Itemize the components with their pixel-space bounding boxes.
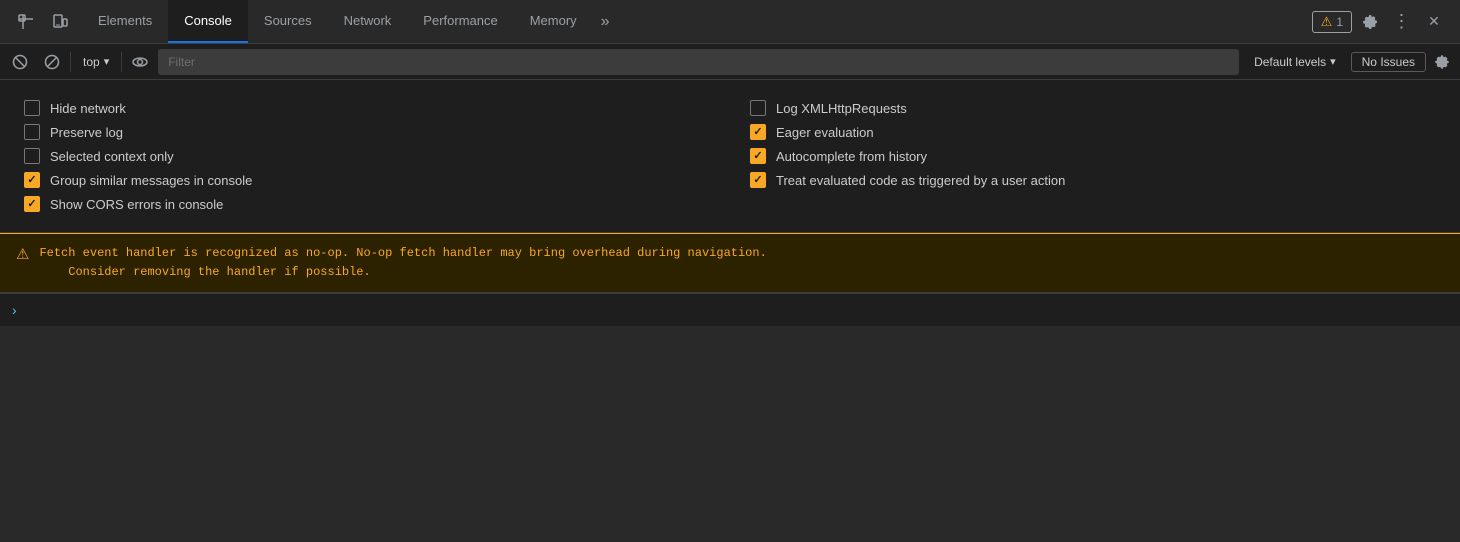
checkbox-row-log-xml: Log XMLHttpRequests bbox=[750, 96, 1436, 120]
selected-context-checkbox[interactable] bbox=[24, 148, 40, 164]
checkbox-row-hide-network: Hide network bbox=[24, 96, 710, 120]
settings-left-column: Hide network Preserve log Selected conte… bbox=[24, 96, 710, 216]
warning-message-area: ⚠ Fetch event handler is recognized as n… bbox=[0, 233, 1460, 293]
tab-network[interactable]: Network bbox=[328, 0, 408, 43]
selected-context-label: Selected context only bbox=[50, 149, 174, 164]
warning-text: Fetch event handler is recognized as no-… bbox=[39, 244, 766, 282]
autocomplete-label: Autocomplete from history bbox=[776, 149, 927, 164]
block-icon-button[interactable] bbox=[38, 49, 66, 75]
inspect-element-button[interactable] bbox=[12, 8, 40, 36]
device-toggle-button[interactable] bbox=[46, 8, 74, 36]
more-tabs-button[interactable]: » bbox=[593, 0, 618, 43]
checkbox-row-eager-eval: Eager evaluation bbox=[750, 120, 1436, 144]
filter-input[interactable] bbox=[158, 49, 1239, 75]
log-xml-label: Log XMLHttpRequests bbox=[776, 101, 907, 116]
tab-memory[interactable]: Memory bbox=[514, 0, 593, 43]
toolbar-divider bbox=[70, 52, 71, 72]
settings-right-column: Log XMLHttpRequests Eager evaluation Aut… bbox=[750, 96, 1436, 216]
tab-console[interactable]: Console bbox=[168, 0, 248, 43]
close-devtools-button[interactable]: ✕ bbox=[1420, 8, 1448, 36]
warning-badge-button[interactable]: ⚠ 1 bbox=[1312, 11, 1352, 33]
tab-icon-group bbox=[4, 8, 82, 36]
settings-button[interactable] bbox=[1356, 8, 1384, 36]
checkbox-row-show-cors: Show CORS errors in console bbox=[24, 192, 710, 216]
autocomplete-checkbox[interactable] bbox=[750, 148, 766, 164]
console-toolbar: top ▾ Default levels ▾ No Issues bbox=[0, 44, 1460, 80]
tab-performance[interactable]: Performance bbox=[407, 0, 513, 43]
more-options-icon: ⋮ bbox=[1393, 11, 1412, 32]
close-icon: ✕ bbox=[1428, 13, 1440, 30]
tab-bar: Elements Console Sources Network Perform… bbox=[0, 0, 1460, 44]
preserve-log-checkbox[interactable] bbox=[24, 124, 40, 140]
console-settings-button[interactable] bbox=[1430, 49, 1454, 75]
checkbox-row-group-similar: Group similar messages in console bbox=[24, 168, 710, 192]
tab-sources[interactable]: Sources bbox=[248, 0, 328, 43]
context-selector-button[interactable]: top ▾ bbox=[75, 53, 117, 71]
clear-console-button[interactable] bbox=[6, 49, 34, 75]
eye-button[interactable] bbox=[126, 49, 154, 75]
hide-network-checkbox[interactable] bbox=[24, 100, 40, 116]
tab-right-actions: ⚠ 1 ⋮ ✕ bbox=[1304, 8, 1456, 36]
treat-evaluated-label: Treat evaluated code as triggered by a u… bbox=[776, 173, 1065, 188]
eager-eval-checkbox[interactable] bbox=[750, 124, 766, 140]
treat-evaluated-checkbox[interactable] bbox=[750, 172, 766, 188]
toolbar-divider2 bbox=[121, 52, 122, 72]
more-options-button[interactable]: ⋮ bbox=[1388, 8, 1416, 36]
log-xml-checkbox[interactable] bbox=[750, 100, 766, 116]
preserve-log-label: Preserve log bbox=[50, 125, 123, 140]
checkbox-row-preserve-log: Preserve log bbox=[24, 120, 710, 144]
settings-panel: Hide network Preserve log Selected conte… bbox=[0, 80, 1460, 233]
tab-elements[interactable]: Elements bbox=[82, 0, 168, 43]
eager-eval-label: Eager evaluation bbox=[776, 125, 874, 140]
group-similar-label: Group similar messages in console bbox=[50, 173, 252, 188]
default-levels-button[interactable]: Default levels ▾ bbox=[1243, 52, 1347, 72]
show-cors-label: Show CORS errors in console bbox=[50, 197, 223, 212]
checkbox-row-treat-evaluated: Treat evaluated code as triggered by a u… bbox=[750, 168, 1436, 192]
hide-network-label: Hide network bbox=[50, 101, 126, 116]
console-input[interactable] bbox=[25, 303, 1448, 318]
main-tabs: Elements Console Sources Network Perform… bbox=[82, 0, 618, 43]
no-issues-button[interactable]: No Issues bbox=[1351, 52, 1426, 72]
show-cors-checkbox[interactable] bbox=[24, 196, 40, 212]
group-similar-checkbox[interactable] bbox=[24, 172, 40, 188]
warning-icon: ⚠ bbox=[16, 245, 29, 263]
warning-triangle-icon: ⚠ bbox=[1321, 14, 1333, 30]
checkbox-row-selected-context: Selected context only bbox=[24, 144, 710, 168]
checkbox-row-autocomplete: Autocomplete from history bbox=[750, 144, 1436, 168]
console-input-area: › bbox=[0, 293, 1460, 326]
console-chevron-icon: › bbox=[12, 302, 17, 318]
